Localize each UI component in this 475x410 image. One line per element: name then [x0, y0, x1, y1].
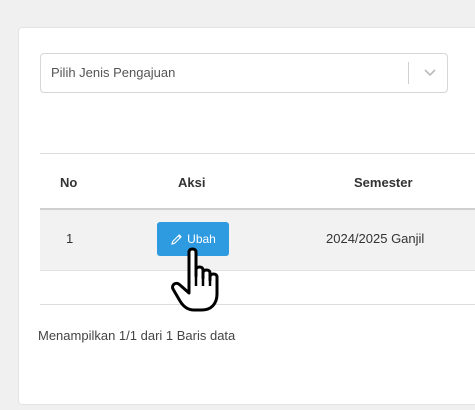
footer-divider — [40, 304, 475, 305]
row-semester: 2024/2025 Ganjil — [326, 231, 425, 246]
row-no: 1 — [66, 231, 74, 246]
pencil-icon — [171, 233, 182, 245]
submission-type-select[interactable]: Pilih Jenis Pengajuan — [40, 53, 448, 93]
main-card: Pilih Jenis Pengajuan No Aksi Semester 1… — [18, 27, 475, 405]
table-row: 1 Ubah 2024/2025 Ganjil — [40, 210, 475, 271]
header-no: No — [60, 175, 78, 190]
chevron-down-icon[interactable] — [421, 63, 439, 81]
select-separator — [408, 62, 409, 84]
hand-pointer-icon — [171, 247, 219, 312]
header-aksi: Aksi — [178, 175, 206, 190]
submission-table: No Aksi Semester 1 Ubah 2024/2025 Ganjil — [40, 153, 475, 271]
table-header: No Aksi Semester — [40, 153, 475, 210]
pagination-info: Menampilkan 1/1 dari 1 Baris data — [38, 328, 236, 343]
header-semester: Semester — [354, 175, 413, 190]
edit-button-label: Ubah — [187, 232, 216, 246]
select-placeholder: Pilih Jenis Pengajuan — [51, 65, 176, 80]
